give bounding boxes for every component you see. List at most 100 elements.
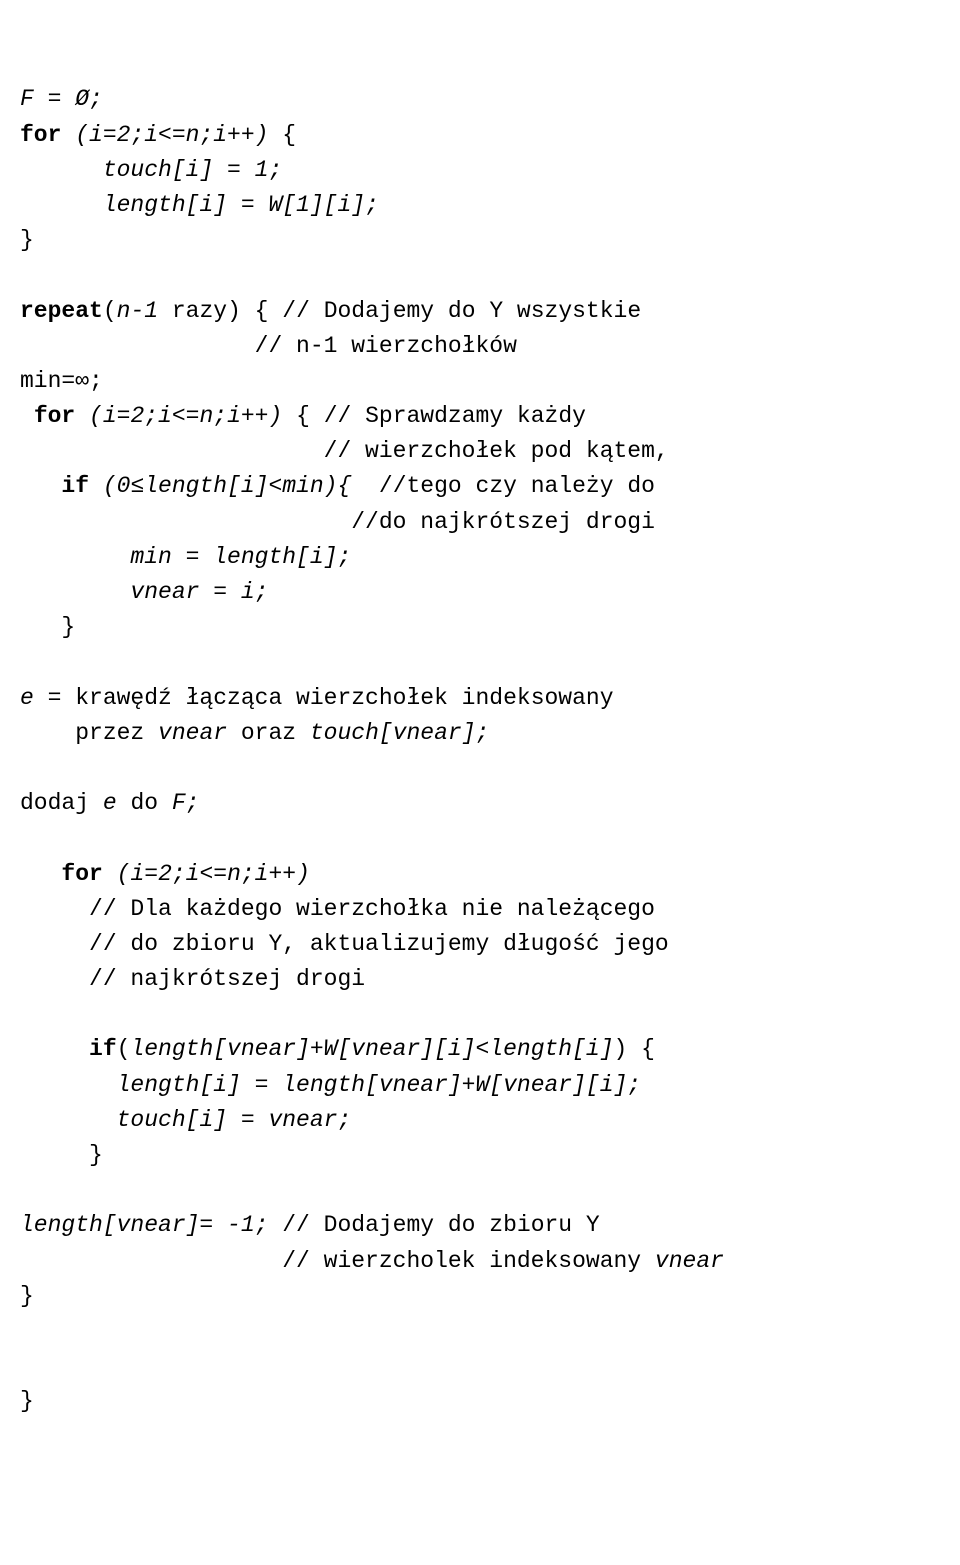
code-text: // Dodajemy do zbioru Y <box>268 1212 599 1238</box>
code-ital: length[i] = W[1][i]; <box>103 192 379 218</box>
code-text: //do najkrótszej drogi <box>20 509 655 535</box>
code-ital: touch[i] = 1; <box>103 157 282 183</box>
code-line: F = Ø; <box>20 82 960 117</box>
code-text: { // Sprawdzamy każdy <box>282 403 586 429</box>
code-line: dodaj e do F; <box>20 786 960 821</box>
keyword: for <box>61 861 102 887</box>
code-line <box>20 821 960 856</box>
code-ital: (0≤length[i]<min){ <box>103 473 351 499</box>
code-ital: vnear <box>655 1248 724 1274</box>
code-text <box>20 1107 117 1133</box>
code-line: } <box>20 223 960 258</box>
code-ital: touch[vnear]; <box>310 720 489 746</box>
code-text <box>20 192 103 218</box>
code-ital: touch[i] = vnear; <box>117 1107 352 1133</box>
code-ital: vnear = i; <box>130 579 268 605</box>
code-text: = krawędź łącząca wierzchołek indeksowan… <box>48 685 614 711</box>
code-text: przez <box>20 720 158 746</box>
code-text: { <box>268 122 296 148</box>
code-text <box>20 1072 117 1098</box>
keyword: repeat <box>20 298 103 324</box>
code-text: // wierzcholek indeksowany <box>20 1248 655 1274</box>
code-text: } <box>20 227 34 253</box>
code-line <box>20 1314 960 1349</box>
keyword: if <box>89 1036 117 1062</box>
code-text: } <box>20 1283 34 1309</box>
code-line: length[i] = W[1][i]; <box>20 188 960 223</box>
code-text <box>20 544 130 570</box>
code-text: // wierzchołek pod kątem, <box>20 438 669 464</box>
code-ital: e <box>103 790 117 816</box>
code-line: } <box>20 1138 960 1173</box>
code-ital: length[vnear]= -1; <box>20 1212 268 1238</box>
code-line <box>20 258 960 293</box>
code-line: // n-1 wierzchołków <box>20 329 960 364</box>
keyword: for <box>20 122 61 148</box>
code-line: } <box>20 1384 960 1419</box>
code-ital: (i=2;i<=n;i++) <box>75 122 268 148</box>
code-ital: (i=2;i<=n;i++) <box>89 403 282 429</box>
code-ital: (i=2;i<=n;i++) <box>117 861 310 887</box>
code-line: // Dla każdego wierzchołka nie należąceg… <box>20 892 960 927</box>
code-text: } <box>20 1388 34 1414</box>
code-text <box>89 473 103 499</box>
code-line: przez vnear oraz touch[vnear]; <box>20 716 960 751</box>
code-line: //do najkrótszej drogi <box>20 505 960 540</box>
code-line: for (i=2;i<=n;i++) { // Sprawdzamy każdy <box>20 399 960 434</box>
code-line: } <box>20 610 960 645</box>
code-line: for (i=2;i<=n;i++) <box>20 857 960 892</box>
code-ital: F; <box>172 790 200 816</box>
code-line: e = krawędź łącząca wierzchołek indeksow… <box>20 681 960 716</box>
code-ital: n-1 <box>117 298 158 324</box>
code-ital: min = length[i]; <box>130 544 351 570</box>
code-text: ( <box>103 298 117 324</box>
code-line: touch[i] = vnear; <box>20 1103 960 1138</box>
code-ital: e <box>20 685 48 711</box>
code-text: oraz <box>227 720 310 746</box>
code-text: //tego czy należy do <box>351 473 655 499</box>
code-text: dodaj <box>20 790 103 816</box>
code-line <box>20 1173 960 1208</box>
code-line: // wierzcholek indeksowany vnear <box>20 1244 960 1279</box>
code-text: } <box>20 1142 103 1168</box>
code-text: ) { <box>614 1036 655 1062</box>
code-line: // do zbioru Y, aktualizujemy długość je… <box>20 927 960 962</box>
code-line: } <box>20 1279 960 1314</box>
code-text <box>20 861 61 887</box>
code-line: if(length[vnear]+W[vnear][i]<length[i]) … <box>20 1032 960 1067</box>
code-line: if (0≤length[i]<min){ //tego czy należy … <box>20 469 960 504</box>
code-text: // Dla każdego wierzchołka nie należąceg… <box>20 896 655 922</box>
code-text: // do zbioru Y, aktualizujemy długość je… <box>20 931 669 957</box>
code-text <box>20 473 61 499</box>
code-text <box>103 861 117 887</box>
code-line: for (i=2;i<=n;i++) { <box>20 118 960 153</box>
code-line: min = length[i]; <box>20 540 960 575</box>
code-text <box>20 157 103 183</box>
code-text: do <box>117 790 172 816</box>
code-line: length[i] = length[vnear]+W[vnear][i]; <box>20 1068 960 1103</box>
code-line: touch[i] = 1; <box>20 153 960 188</box>
code-text <box>20 1036 89 1062</box>
code-text <box>20 403 34 429</box>
keyword: if <box>61 473 89 499</box>
code-text <box>61 122 75 148</box>
code-text: ( <box>117 1036 131 1062</box>
code-line <box>20 751 960 786</box>
code-line: length[vnear]= -1; // Dodajemy do zbioru… <box>20 1208 960 1243</box>
code-line: repeat(n-1 razy) { // Dodajemy do Y wszy… <box>20 294 960 329</box>
code-text <box>75 403 89 429</box>
code-text: } <box>20 614 75 640</box>
code-ital: vnear <box>158 720 227 746</box>
code-text: // najkrótszej drogi <box>20 966 365 992</box>
code-line <box>20 1349 960 1384</box>
code-text: razy) { // Dodajemy do Y wszystkie <box>158 298 641 324</box>
code-ital: F = Ø; <box>20 86 103 112</box>
code-ital: length[i] = length[vnear]+W[vnear][i]; <box>117 1072 642 1098</box>
code-text <box>20 579 130 605</box>
code-line: // najkrótszej drogi <box>20 962 960 997</box>
code-text: // n-1 wierzchołków <box>20 333 517 359</box>
code-line <box>20 645 960 680</box>
code-block: F = Ø; for (i=2;i<=n;i++) { touch[i] = 1;… <box>20 82 960 1419</box>
code-line: // wierzchołek pod kątem, <box>20 434 960 469</box>
code-line: vnear = i; <box>20 575 960 610</box>
